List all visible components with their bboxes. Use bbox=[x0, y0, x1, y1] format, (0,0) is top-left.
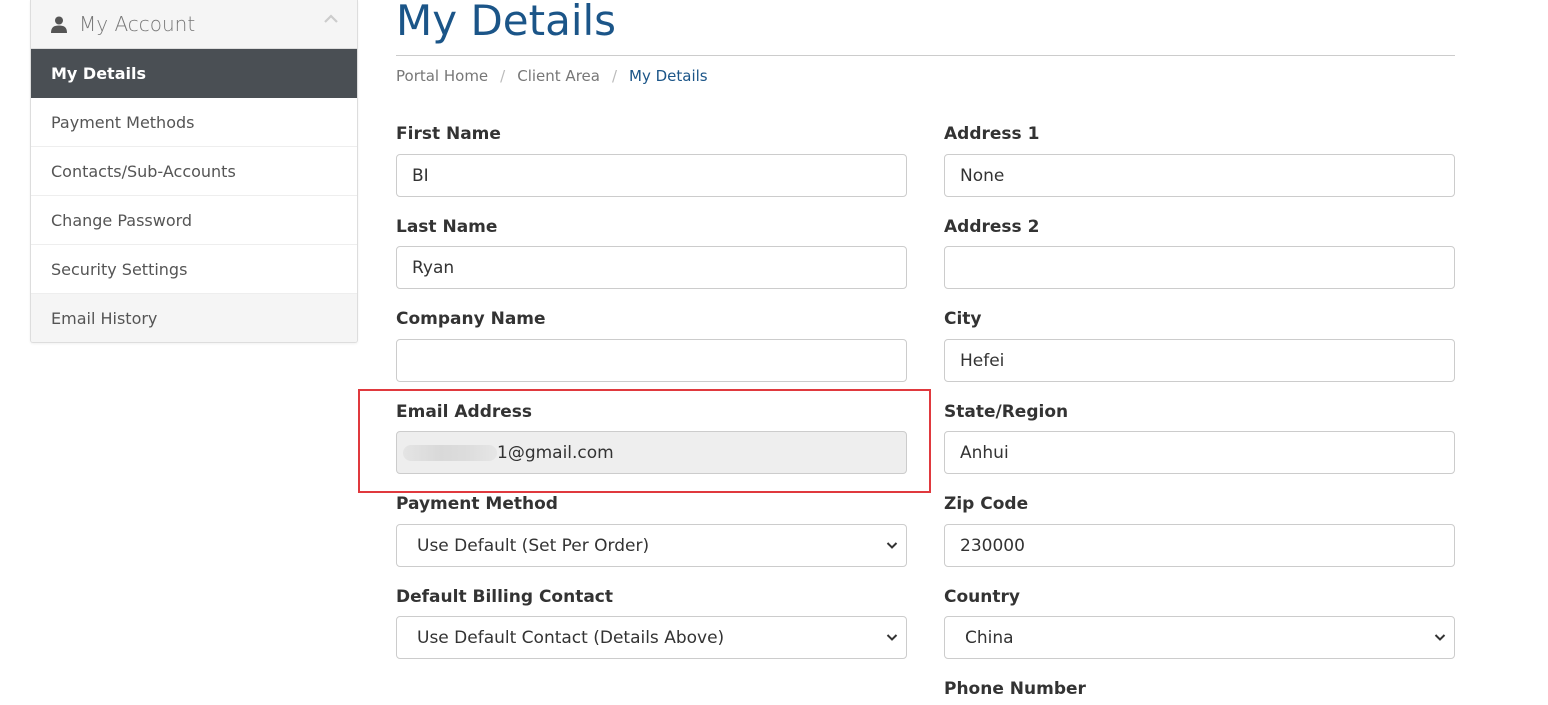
city-label: City bbox=[944, 309, 982, 329]
payment-method-select[interactable]: Use Default (Set Per Order) bbox=[396, 524, 907, 567]
sidebar-item-payment-methods[interactable]: Payment Methods bbox=[31, 98, 357, 147]
billing-contact-selected: Use Default Contact (Details Above) bbox=[417, 627, 725, 648]
payment-method-selected: Use Default (Set Per Order) bbox=[417, 535, 650, 556]
first-name-label: First Name bbox=[396, 124, 501, 144]
sidebar-item-email-history[interactable]: Email History bbox=[31, 294, 357, 342]
address2-field[interactable] bbox=[944, 246, 1455, 289]
sidebar-item-label: Contacts/Sub-Accounts bbox=[51, 161, 236, 181]
sidebar-item-label: Change Password bbox=[51, 210, 193, 230]
city-field[interactable]: Hefei bbox=[944, 339, 1455, 382]
last-name-field[interactable]: Ryan bbox=[396, 246, 907, 289]
address1-label: Address 1 bbox=[944, 124, 1040, 144]
first-name-field[interactable]: BI bbox=[396, 154, 907, 197]
city-value: Hefei bbox=[960, 350, 1005, 371]
breadcrumb-separator: / bbox=[500, 67, 506, 85]
billing-contact-select[interactable]: Use Default Contact (Details Above) bbox=[396, 616, 907, 659]
email-address-value: 1@gmail.com bbox=[497, 442, 614, 463]
page-title: My Details bbox=[396, 0, 617, 45]
chevron-down-icon bbox=[886, 542, 898, 549]
chevron-down-icon bbox=[886, 634, 898, 641]
sidebar-item-label: Email History bbox=[51, 309, 158, 328]
country-label: Country bbox=[944, 587, 1020, 607]
chevron-down-icon bbox=[1434, 634, 1446, 641]
breadcrumb-current: My Details bbox=[629, 67, 708, 85]
sidebar-item-change-password[interactable]: Change Password bbox=[31, 196, 357, 245]
state-region-label: State/Region bbox=[944, 402, 1069, 422]
state-region-value: Anhui bbox=[960, 442, 1009, 463]
country-selected: China bbox=[965, 627, 1014, 648]
state-region-field[interactable]: Anhui bbox=[944, 431, 1455, 474]
country-select[interactable]: China bbox=[944, 616, 1455, 659]
address2-label: Address 2 bbox=[944, 217, 1040, 237]
sidebar-item-label: Security Settings bbox=[51, 259, 188, 279]
last-name-value: Ryan bbox=[412, 257, 455, 278]
zip-code-label: Zip Code bbox=[944, 494, 1029, 514]
last-name-label: Last Name bbox=[396, 217, 498, 237]
sidebar-header[interactable]: My Account bbox=[31, 0, 357, 49]
billing-contact-label: Default Billing Contact bbox=[396, 587, 613, 607]
breadcrumb-client-area[interactable]: Client Area bbox=[517, 67, 600, 85]
sidebar-title: My Account bbox=[79, 12, 196, 36]
redacted-blur bbox=[403, 444, 497, 461]
chevron-up-icon[interactable] bbox=[323, 13, 339, 25]
email-address-field[interactable]: 1@gmail.com bbox=[396, 431, 907, 474]
sidebar-item-my-details[interactable]: My Details bbox=[31, 49, 357, 98]
sidebar-item-security-settings[interactable]: Security Settings bbox=[31, 245, 357, 294]
breadcrumb: Portal Home / Client Area / My Details bbox=[396, 67, 708, 85]
sidebar-item-label: My Details bbox=[51, 63, 146, 83]
account-sidebar: My Account My Details Payment Methods Co… bbox=[30, 0, 358, 343]
payment-method-label: Payment Method bbox=[396, 494, 558, 514]
breadcrumb-separator: / bbox=[611, 67, 618, 85]
zip-code-field[interactable]: 230000 bbox=[944, 524, 1455, 567]
sidebar-item-contacts[interactable]: Contacts/Sub-Accounts bbox=[31, 147, 357, 196]
breadcrumb-portal-home[interactable]: Portal Home bbox=[396, 67, 488, 85]
first-name-value: BI bbox=[412, 165, 429, 186]
user-icon bbox=[51, 16, 67, 33]
address1-field[interactable]: None bbox=[944, 154, 1455, 197]
title-divider bbox=[396, 55, 1455, 56]
company-name-label: Company Name bbox=[396, 309, 546, 329]
zip-code-value: 230000 bbox=[960, 535, 1025, 556]
company-name-field[interactable] bbox=[396, 339, 907, 382]
sidebar-item-label: Payment Methods bbox=[51, 112, 195, 132]
email-address-label: Email Address bbox=[396, 402, 533, 422]
address1-value: None bbox=[960, 165, 1005, 186]
phone-number-label: Phone Number bbox=[944, 679, 1086, 699]
